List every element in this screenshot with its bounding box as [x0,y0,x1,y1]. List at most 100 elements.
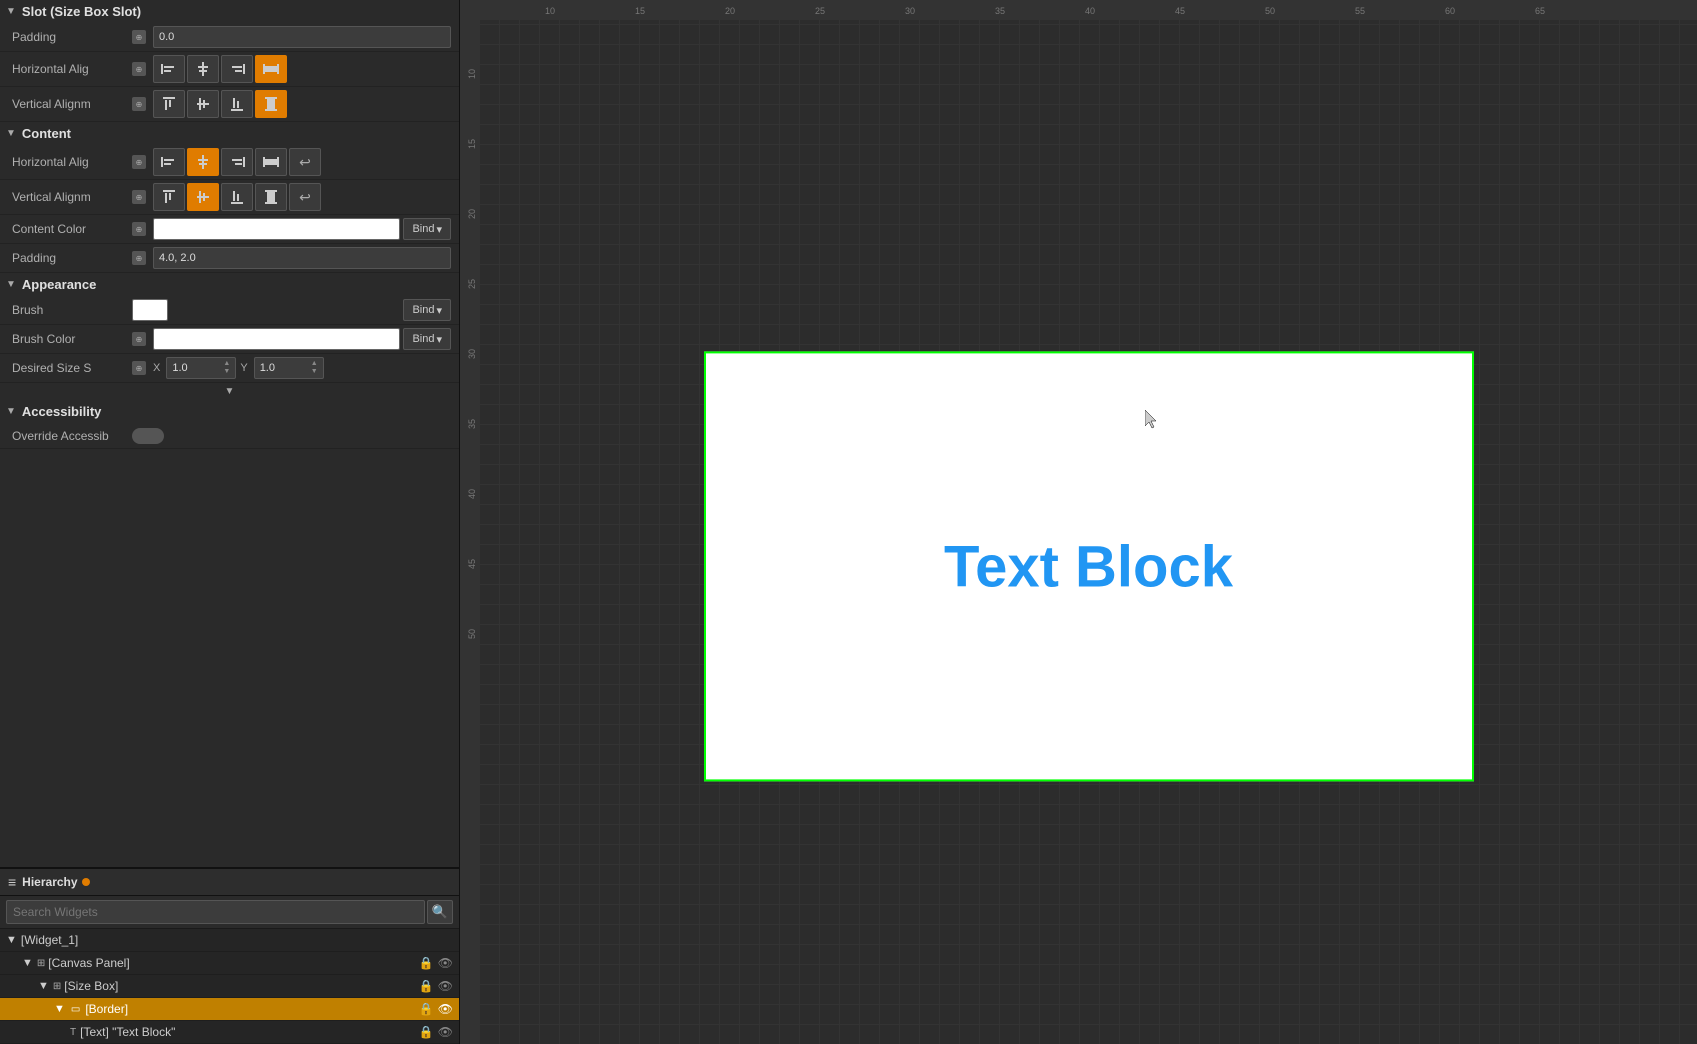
hierarchy-dot [82,878,90,886]
slot-title: Slot (Size Box Slot) [22,4,141,19]
svg-text:50: 50 [1265,6,1275,16]
content-color-controls: ⊕ Bind ▾ [132,218,451,240]
y-up[interactable]: ▲ [311,360,318,368]
content-section-header[interactable]: ▼ Content [0,122,459,145]
text-block-label: [Text] "Text Block" [80,1025,175,1039]
brush-color-bind-row: Bind ▾ [153,328,451,350]
x-value: 1.0 [172,362,187,374]
search-button[interactable]: 🔍 [427,900,453,924]
border-type-icon: ▭ [69,1004,82,1015]
svg-text:25: 25 [467,279,477,289]
appearance-section-header[interactable]: ▼ Appearance [0,273,459,296]
border-lock-icon[interactable]: 🔒 [419,1002,434,1016]
slot-halign-reset[interactable]: ⊕ [132,62,146,76]
content-color-label: Content Color [12,222,132,236]
text-block-lock-icon[interactable]: 🔒 [419,1025,434,1039]
content-padding-controls: ⊕ [132,247,451,269]
desired-size-reset[interactable]: ⊕ [132,361,146,375]
canvas-panel-lock-icon[interactable]: 🔒 [419,956,434,970]
center-area: 10 15 20 25 30 35 40 45 50 55 60 65 10 1… [460,0,1697,1044]
content-halign-reset[interactable]: ⊕ [132,155,146,169]
brush-color-bind-btn[interactable]: Bind ▾ [403,328,451,350]
content-color-bind-btn[interactable]: Bind ▾ [403,218,451,240]
x-spin[interactable]: ▲ ▼ [223,360,230,376]
tree-item-text-block[interactable]: T [Text] "Text Block" 🔒 👁 [0,1021,459,1044]
content-valign-btn-bottom[interactable] [221,183,253,211]
slot-halign-btn-fill[interactable] [255,55,287,83]
left-panel: ▼ Slot (Size Box Slot) Padding ⊕ Horizon… [0,0,460,1044]
border-eye-icon[interactable]: 👁 [438,1002,453,1016]
y-spin[interactable]: ▲ ▼ [311,360,318,376]
slot-valign-btn-bottom[interactable] [221,90,253,118]
tree-item-border[interactable]: ▼ ▭ [Border] 🔒 👁 [0,998,459,1021]
content-valign-reset[interactable]: ⊕ [132,190,146,204]
brush-controls: Bind ▾ [132,299,451,321]
slot-halign-btn-center[interactable] [187,55,219,83]
sizebox-lock-icon[interactable]: 🔒 [419,979,434,993]
tree-item-widget1[interactable]: ▼ [Widget_1] [0,929,459,952]
slot-valign-btn-top[interactable] [153,90,185,118]
override-accessib-label: Override Accessib [12,429,132,443]
tree-item-canvas-panel[interactable]: ▼ ⊞ [Canvas Panel] 🔒 👁 [0,952,459,975]
content-color-reset[interactable]: ⊕ [132,222,146,236]
svg-text:15: 15 [467,139,477,149]
slot-padding-label: Padding [12,30,132,44]
slot-halign-btn-left[interactable] [153,55,185,83]
slot-section-header[interactable]: ▼ Slot (Size Box Slot) [0,0,459,23]
x-up[interactable]: ▲ [223,360,230,368]
canvas-panel-label: [Canvas Panel] [48,956,129,970]
y-value: 1.0 [260,362,275,374]
slot-padding-input[interactable] [153,26,451,48]
brush-bind-arrow: ▾ [436,304,442,317]
brush-bind-btn[interactable]: Bind ▾ [403,299,451,321]
slot-valign-btn-center[interactable] [187,90,219,118]
content-valign-btn-center[interactable] [187,183,219,211]
override-accessib-toggle[interactable] [132,428,164,444]
accessibility-section-header[interactable]: ▼ Accessibility [0,400,459,423]
content-halign-btn-center[interactable] [187,148,219,176]
slot-valign-btn-fill[interactable] [255,90,287,118]
x-input[interactable]: 1.0 ▲ ▼ [166,357,236,379]
content-valign-btn-top[interactable] [153,183,185,211]
content-valign-btn-reset[interactable]: ↩ [289,183,321,211]
content-halign-btn-right[interactable] [221,148,253,176]
y-input[interactable]: 1.0 ▲ ▼ [254,357,324,379]
slot-arrow: ▼ [6,6,16,17]
slot-halign-controls: ⊕ [132,55,451,83]
appearance-title: Appearance [22,277,96,292]
brush-color-reset[interactable]: ⊕ [132,332,146,346]
content-halign-btn-fill[interactable] [255,148,287,176]
canvas-panel-eye-icon[interactable]: 👁 [438,956,453,970]
y-down[interactable]: ▼ [311,368,318,376]
content-color-row: Content Color ⊕ Bind ▾ [0,215,459,244]
canvas-content: Text Block [704,351,1474,781]
brush-swatch[interactable] [132,299,168,321]
slot-halign-btn-right[interactable] [221,55,253,83]
slot-valign-buttons [153,90,287,118]
content-valign-btn-fill[interactable] [255,183,287,211]
canvas-area[interactable]: Text Block [480,20,1697,1044]
brush-color-bind-label: Bind [412,333,434,345]
content-padding-reset[interactable]: ⊕ [132,251,146,265]
tree-item-sizebox[interactable]: ▼ ⊞ [Size Box] 🔒 👁 [0,975,459,998]
content-color-swatch[interactable] [153,218,400,240]
hierarchy-header: ≡ Hierarchy [0,869,459,896]
x-down[interactable]: ▼ [223,368,230,376]
text-block-eye-icon[interactable]: 👁 [438,1025,453,1039]
slot-valign-reset[interactable]: ⊕ [132,97,146,111]
override-accessib-row: Override Accessib [0,423,459,449]
brush-bind-label: Bind [412,304,434,316]
content-color-bind-row: Bind ▾ [153,218,451,240]
xy-input-group: X 1.0 ▲ ▼ Y 1.0 ▲ ▼ [153,357,324,379]
content-halign-btn-reset[interactable]: ↩ [289,148,321,176]
svg-text:45: 45 [1175,6,1185,16]
slot-padding-row: Padding ⊕ [0,23,459,52]
brush-bind-row: Bind ▾ [132,299,451,321]
brush-color-swatch[interactable] [153,328,400,350]
search-input[interactable] [6,900,425,924]
content-halign-btn-left[interactable] [153,148,185,176]
accessibility-arrow: ▼ [6,406,16,417]
slot-padding-reset[interactable]: ⊕ [132,30,146,44]
content-padding-input[interactable] [153,247,451,269]
sizebox-eye-icon[interactable]: 👁 [438,979,453,993]
